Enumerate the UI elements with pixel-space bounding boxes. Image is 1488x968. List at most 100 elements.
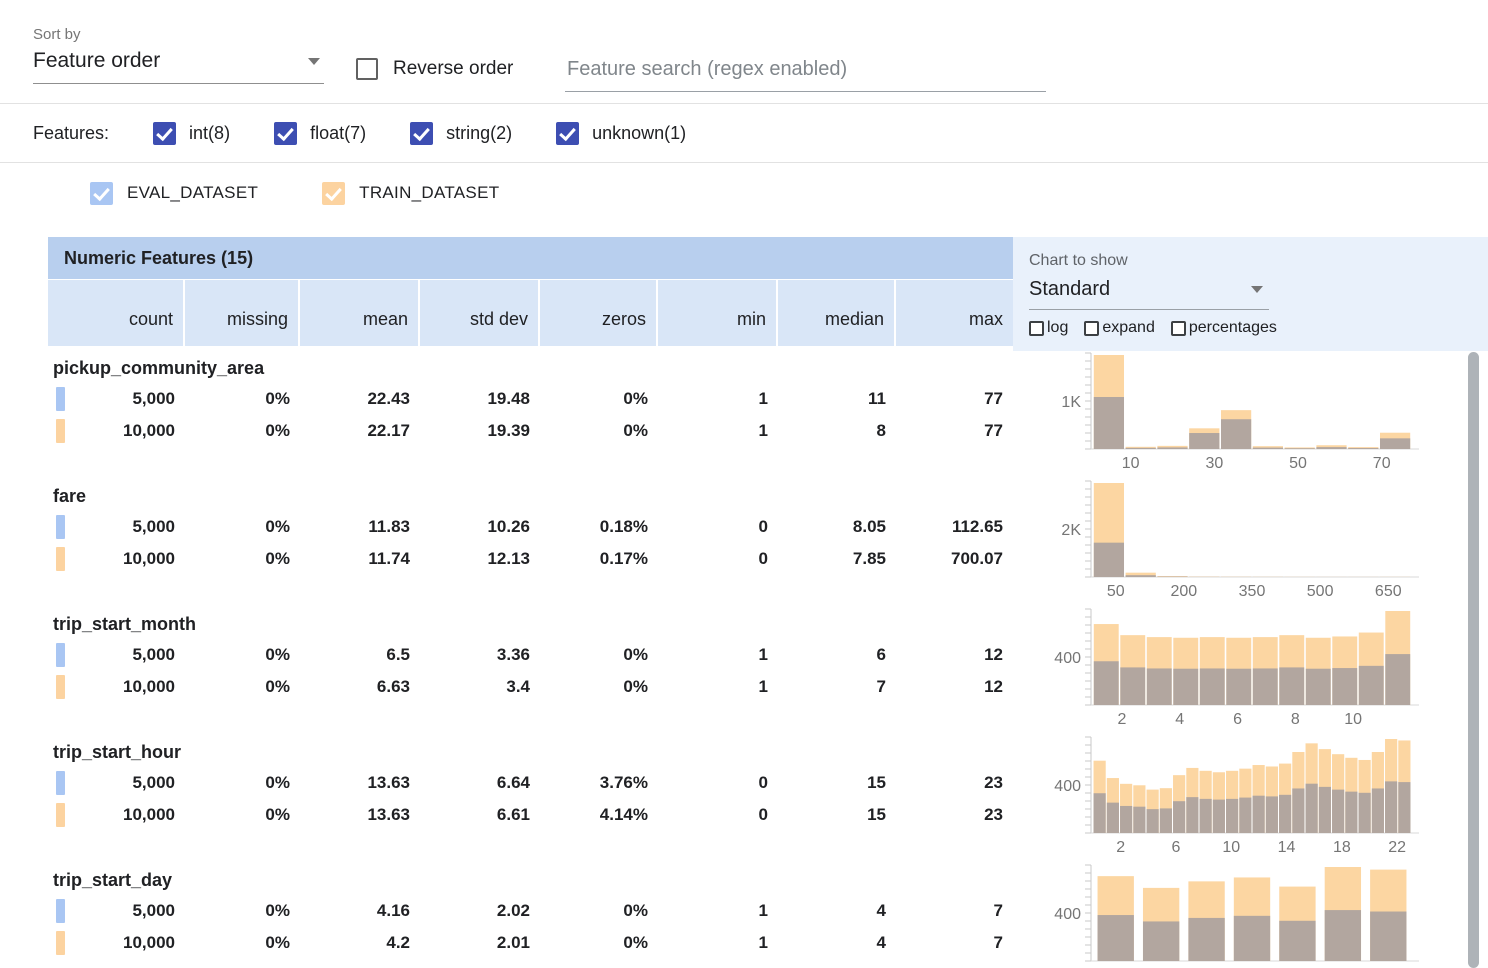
filter-label: string(2) bbox=[446, 123, 512, 144]
stat-missing: 0% bbox=[185, 677, 300, 697]
stat-min: 0 bbox=[658, 773, 778, 793]
histogram-svg: 1K10305070 bbox=[1029, 345, 1431, 473]
filter-label: float(7) bbox=[310, 123, 366, 144]
svg-text:6: 6 bbox=[1233, 711, 1242, 728]
stat-count: 10,000 bbox=[48, 549, 185, 569]
stat-max: 12 bbox=[896, 677, 1013, 697]
histogram-svg: 2K50200350500650 bbox=[1029, 473, 1431, 601]
feature-type-filter-list: int(8) float(7) string(2) unknown(1) bbox=[153, 122, 686, 145]
svg-text:6: 6 bbox=[1172, 839, 1181, 856]
chart-type-select[interactable]: Standard bbox=[1029, 270, 1269, 310]
feature-type-filter-int[interactable]: int(8) bbox=[153, 122, 230, 145]
chart-option-percentages[interactable]: percentages bbox=[1171, 319, 1277, 337]
histogram-pickup_community_area[interactable]: 1K10305070 bbox=[1029, 345, 1431, 473]
svg-text:8: 8 bbox=[1291, 711, 1300, 728]
checkbox-checked-icon[interactable] bbox=[153, 122, 176, 145]
filter-label: int(8) bbox=[189, 123, 230, 144]
feature-block-trip_start_hour: trip_start_hour5,0000%13.636.643.76%0152… bbox=[48, 732, 1013, 860]
reverse-order-group: Reverse order bbox=[356, 58, 513, 80]
stat-std-dev: 3.4 bbox=[420, 677, 540, 697]
stat-missing: 0% bbox=[185, 517, 300, 537]
column-header-zeros: zeros bbox=[540, 280, 656, 346]
stats-row-train: 10,0000%4.22.010%147 bbox=[48, 927, 1013, 959]
stat-std-dev: 2.02 bbox=[420, 901, 540, 921]
stat-count: 5,000 bbox=[48, 773, 185, 793]
stat-mean: 22.17 bbox=[300, 421, 420, 441]
stat-zeros: 0% bbox=[540, 933, 658, 953]
column-header-median: median bbox=[778, 280, 894, 346]
checkbox-unchecked-icon[interactable] bbox=[1029, 321, 1044, 336]
feature-name: trip_start_hour bbox=[48, 737, 1013, 767]
dataset-swatch-train bbox=[56, 675, 65, 699]
stat-median: 6 bbox=[778, 645, 896, 665]
dataset-swatch-train bbox=[56, 931, 65, 955]
checkbox-checked-icon[interactable] bbox=[322, 182, 345, 205]
histogram-trip_start_day[interactable]: 400 bbox=[1029, 857, 1431, 968]
stat-zeros: 4.14% bbox=[540, 805, 658, 825]
chart-option-expand[interactable]: expand bbox=[1084, 319, 1155, 337]
stat-mean: 11.74 bbox=[300, 549, 420, 569]
dataset-swatch-eval bbox=[56, 899, 65, 923]
stats-row-train: 10,0000%22.1719.390%1877 bbox=[48, 415, 1013, 447]
stat-median: 8 bbox=[778, 421, 896, 441]
chart-option-log[interactable]: log bbox=[1029, 319, 1068, 337]
stat-std-dev: 6.64 bbox=[420, 773, 540, 793]
feature-name: trip_start_day bbox=[48, 865, 1013, 895]
stat-count: 5,000 bbox=[48, 517, 185, 537]
stat-zeros: 0.18% bbox=[540, 517, 658, 537]
feature-name: pickup_community_area bbox=[48, 353, 1013, 383]
stat-count: 5,000 bbox=[48, 901, 185, 921]
reverse-order-checkbox[interactable] bbox=[356, 58, 378, 80]
feature-type-filter-row: Features: int(8)float(7)string(2)unknown… bbox=[0, 104, 1488, 162]
feature-search-input[interactable] bbox=[565, 52, 1046, 92]
dataset-toggle-eval[interactable]: EVAL_DATASET bbox=[90, 182, 258, 205]
stat-count: 10,000 bbox=[48, 421, 185, 441]
histogram-trip_start_month[interactable]: 400246810 bbox=[1029, 601, 1431, 729]
stat-count: 10,000 bbox=[48, 933, 185, 953]
stats-row-eval: 5,0000%6.53.360%1612 bbox=[48, 639, 1013, 671]
stat-missing: 0% bbox=[185, 645, 300, 665]
feature-block-trip_start_month: trip_start_month5,0000%6.53.360%161210,0… bbox=[48, 604, 1013, 732]
checkbox-checked-icon[interactable] bbox=[90, 182, 113, 205]
stat-median: 15 bbox=[778, 773, 896, 793]
stat-max: 77 bbox=[896, 421, 1013, 441]
dataset-swatch-train bbox=[56, 547, 65, 571]
stat-mean: 4.2 bbox=[300, 933, 420, 953]
stat-median: 7 bbox=[778, 677, 896, 697]
feature-type-filter-float[interactable]: float(7) bbox=[274, 122, 366, 145]
checkbox-unchecked-icon[interactable] bbox=[1084, 321, 1099, 336]
svg-text:30: 30 bbox=[1205, 455, 1223, 472]
svg-text:18: 18 bbox=[1333, 839, 1351, 856]
checkbox-unchecked-icon[interactable] bbox=[1171, 321, 1186, 336]
svg-text:50: 50 bbox=[1289, 455, 1307, 472]
dataset-swatch-eval bbox=[56, 643, 65, 667]
stat-max: 112.65 bbox=[896, 517, 1013, 537]
checkbox-checked-icon[interactable] bbox=[556, 122, 579, 145]
stat-count: 10,000 bbox=[48, 677, 185, 697]
sort-by-label: Sort by bbox=[33, 26, 324, 43]
stats-row-eval: 5,0000%22.4319.480%11177 bbox=[48, 383, 1013, 415]
checkbox-checked-icon[interactable] bbox=[410, 122, 433, 145]
histogram-trip_start_hour[interactable]: 4002610141822 bbox=[1029, 729, 1431, 857]
dataset-toggle-train[interactable]: TRAIN_DATASET bbox=[322, 182, 499, 205]
stat-max: 7 bbox=[896, 901, 1013, 921]
stat-std-dev: 3.36 bbox=[420, 645, 540, 665]
column-header-max: max bbox=[896, 280, 1013, 346]
stat-count: 5,000 bbox=[48, 389, 185, 409]
feature-type-filter-string[interactable]: string(2) bbox=[410, 122, 512, 145]
chart-option-label: expand bbox=[1102, 319, 1155, 337]
stat-min: 1 bbox=[658, 901, 778, 921]
reverse-order-label: Reverse order bbox=[393, 58, 513, 80]
svg-text:650: 650 bbox=[1375, 583, 1402, 600]
dataset-swatch-eval bbox=[56, 515, 65, 539]
svg-text:22: 22 bbox=[1388, 839, 1406, 856]
checkbox-checked-icon[interactable] bbox=[274, 122, 297, 145]
feature-type-filter-unknown[interactable]: unknown(1) bbox=[556, 122, 686, 145]
stat-median: 15 bbox=[778, 805, 896, 825]
column-header-min: min bbox=[658, 280, 776, 346]
vertical-scrollbar[interactable] bbox=[1468, 352, 1479, 968]
histogram-fare[interactable]: 2K50200350500650 bbox=[1029, 473, 1431, 601]
stat-zeros: 0% bbox=[540, 389, 658, 409]
stat-min: 1 bbox=[658, 645, 778, 665]
sort-by-select[interactable]: Feature order bbox=[33, 45, 324, 84]
